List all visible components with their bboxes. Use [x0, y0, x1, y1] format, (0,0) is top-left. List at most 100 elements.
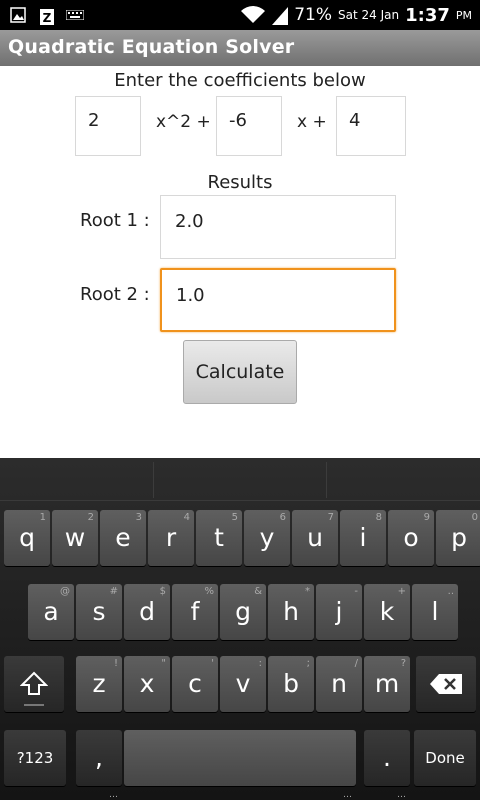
signal-icon [272, 7, 289, 25]
app-title: Quadratic Equation Solver [8, 36, 295, 58]
key-hint: .. [447, 586, 454, 597]
key-k[interactable]: k + [364, 584, 410, 640]
key-t[interactable]: t5 [196, 510, 242, 566]
root2-field[interactable]: 1.0 [160, 268, 396, 332]
x-label: x + [297, 112, 327, 132]
key-i[interactable]: i8 [340, 510, 386, 566]
key-hint: 9 [423, 512, 430, 523]
coefficient-c-input[interactable]: 4 [336, 96, 406, 156]
key-u[interactable]: u7 [292, 510, 338, 566]
key-label: y [259, 523, 275, 552]
calculate-button[interactable]: Calculate [183, 340, 297, 404]
key-label: f [190, 597, 200, 626]
key-label: e [115, 523, 131, 552]
backspace-key[interactable] [416, 656, 476, 712]
key-label: p [451, 523, 467, 552]
svg-text:Z: Z [43, 11, 52, 25]
wifi-icon [241, 6, 266, 23]
key-j[interactable]: j- [316, 584, 362, 640]
key-hint: 4 [183, 512, 190, 523]
key-label: n [331, 669, 347, 698]
app-title-bar: Quadratic Equation Solver [0, 30, 480, 66]
key-hint: * [305, 586, 310, 597]
x-squared-label: x^2 + [156, 112, 211, 132]
coefficient-a-input[interactable]: 2 [75, 96, 141, 156]
key-hint: " [161, 658, 166, 669]
key-hint: 5 [231, 512, 238, 523]
app-notification-icon: Z [40, 9, 54, 25]
shift-key[interactable] [4, 656, 64, 712]
key-z[interactable]: z! [76, 656, 122, 712]
key-label: w [64, 523, 86, 552]
key-r[interactable]: r4 [148, 510, 194, 566]
suggestion-divider [326, 462, 327, 498]
soft-keyboard: q 1 w 2 e 3 r 4 t 5 y 6 u 7 i 8 o 9 p 0 a @ s # d $ f% g & h * j - k + l.. z… [0, 458, 480, 800]
key-label: d [139, 597, 155, 626]
key-hint: & [254, 586, 262, 597]
key-f[interactable]: f% [172, 584, 218, 640]
key-g[interactable]: g & [220, 584, 266, 640]
status-bar: Z 71% Sat 24 Jan 1:37 PM [0, 0, 480, 30]
key-label: x [139, 669, 155, 698]
coefficients-prompt: Enter the coefficients below [114, 70, 366, 91]
suggestion-divider [153, 462, 154, 498]
key-q[interactable]: q1 [4, 510, 50, 566]
key-n[interactable]: n / [316, 656, 362, 712]
comma-key[interactable]: ,… [76, 730, 122, 800]
key-y[interactable]: y6 [244, 510, 290, 566]
key-label: r [165, 523, 177, 552]
suggestion-strip [0, 458, 480, 501]
key-b[interactable]: b; [268, 656, 314, 712]
status-date: Sat 24 Jan [338, 8, 400, 22]
key-label: a [43, 597, 59, 626]
shift-icon [20, 671, 48, 695]
key-hint: 8 [375, 512, 382, 523]
key-c[interactable]: c ' [172, 656, 218, 712]
key-label: v [235, 669, 251, 698]
key-hint: ; [306, 658, 310, 669]
root1-label: Root 1 : [80, 210, 150, 231]
key-o[interactable]: o9 [388, 510, 434, 566]
key-hint: ? [400, 658, 406, 669]
key-label: u [307, 523, 323, 552]
key-label: k [379, 597, 395, 626]
keyboard-notification-icon [66, 10, 84, 20]
key-hint: 3 [135, 512, 142, 523]
comma-label: , [95, 743, 103, 772]
done-key[interactable]: Done [414, 730, 476, 786]
key-hint: ! [113, 658, 118, 669]
coefficient-b-input[interactable]: -6 [216, 96, 282, 156]
key-p[interactable]: p0 [436, 510, 480, 566]
key-hint: $ [159, 586, 166, 597]
key-a[interactable]: a @ [28, 584, 74, 640]
key-label: l [431, 597, 439, 626]
key-label: i [359, 523, 367, 552]
key-hint: : [258, 658, 262, 669]
key-hint: # [109, 586, 118, 597]
key-e[interactable]: e3 [100, 510, 146, 566]
key-v[interactable]: v: [220, 656, 266, 712]
period-key[interactable]: .… [364, 730, 410, 800]
key-hint: 6 [279, 512, 286, 523]
key-l[interactable]: l.. [412, 584, 458, 640]
key-label: t [214, 523, 224, 552]
key-label: q [19, 523, 35, 552]
symbols-key[interactable]: ?123 [4, 730, 66, 786]
key-h[interactable]: h * [268, 584, 314, 640]
key-s[interactable]: s # [76, 584, 122, 640]
status-time: 1:37 [405, 4, 450, 26]
key-w[interactable]: w2 [52, 510, 98, 566]
root1-field[interactable]: 2.0 [160, 195, 396, 259]
key-m[interactable]: m? [364, 656, 410, 712]
key-hint: 1 [39, 512, 46, 523]
key-x[interactable]: x " [124, 656, 170, 712]
key-d[interactable]: d $ [124, 584, 170, 640]
space-key[interactable]: … [124, 730, 356, 800]
battery-percent: 71% [294, 5, 333, 25]
key-label: j [335, 597, 343, 626]
period-label: . [383, 743, 391, 772]
key-hint: + [397, 586, 406, 597]
key-hint: 7 [327, 512, 334, 523]
key-label: s [92, 597, 106, 626]
key-hint: % [204, 586, 214, 597]
